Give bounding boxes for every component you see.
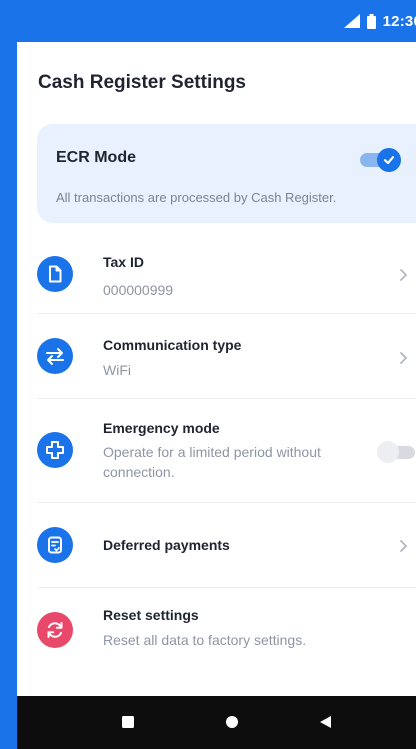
status-time: 12:30 — [382, 12, 416, 30]
tax-id-value: 000000999 — [103, 282, 174, 298]
communication-type-row[interactable]: Communication type WiFi — [37, 314, 416, 398]
signal-icon — [343, 14, 360, 28]
ecr-mode-card: ECR Mode All transactions are processed … — [37, 124, 416, 223]
battery-icon — [366, 13, 376, 29]
status-bar: 12:30 — [17, 0, 416, 42]
reset-settings-description: Reset all data to factory settings. — [103, 632, 307, 648]
back-button[interactable] — [318, 715, 332, 729]
chevron-right-icon — [400, 269, 408, 281]
status-icons: 12:30 — [343, 12, 416, 30]
ecr-mode-title: ECR Mode — [56, 149, 136, 166]
chevron-right-icon — [400, 540, 408, 552]
tax-id-title: Tax ID — [103, 254, 144, 270]
deferred-payments-row[interactable]: Deferred payments — [37, 503, 416, 587]
ecr-mode-description: All transactions are processed by Cash R… — [56, 190, 337, 205]
home-button[interactable] — [225, 715, 239, 729]
chevron-right-icon — [400, 352, 408, 364]
document-icon — [37, 256, 73, 292]
toggle-knob — [377, 441, 399, 463]
emergency-mode-description: Operate for a limited period without con… — [103, 444, 321, 480]
emergency-mode-row: Emergency mode Operate for a limited per… — [37, 399, 416, 502]
communication-type-title: Communication type — [103, 337, 242, 353]
toggle-knob — [377, 148, 401, 172]
refresh-icon — [37, 612, 73, 648]
app-screen: 12:30 Cash Register Settings ECR Mode Al… — [17, 0, 416, 749]
medical-cross-icon — [37, 432, 73, 468]
navigation-bar — [17, 696, 416, 749]
emergency-mode-title: Emergency mode — [103, 420, 220, 436]
reset-settings-title: Reset settings — [103, 607, 199, 623]
ecr-mode-toggle[interactable] — [360, 148, 402, 172]
swap-arrows-icon — [37, 338, 73, 374]
communication-type-value: WiFi — [103, 362, 131, 378]
tax-id-row[interactable]: Tax ID 000000999 — [37, 237, 416, 313]
deferred-payments-title: Deferred payments — [103, 537, 230, 553]
emergency-mode-toggle[interactable] — [377, 441, 416, 463]
reset-settings-row[interactable]: Reset settings Reset all data to factory… — [37, 588, 416, 672]
receipt-check-icon — [37, 527, 73, 563]
page-title: Cash Register Settings — [38, 72, 246, 93]
recent-apps-button[interactable] — [121, 715, 135, 729]
checkmark-icon — [383, 156, 395, 165]
